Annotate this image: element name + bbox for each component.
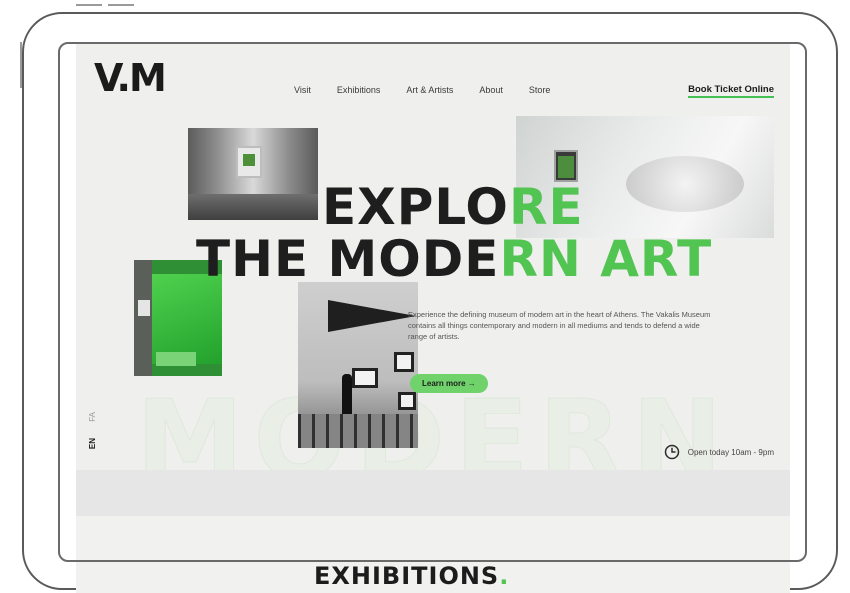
language-en[interactable]: EN [88,438,102,449]
opening-hours-text: Open today 10am - 9pm [687,447,774,457]
gallery-photo-visitor [298,282,418,448]
nav-about[interactable]: About [479,85,503,95]
museum-website: MODERN V.M Visit Exhibitions Art & Artis… [76,42,790,593]
nav-art-artists[interactable]: Art & Artists [406,85,453,95]
volume-button [76,4,102,6]
clock-icon [664,444,679,460]
logo[interactable]: V.M [94,56,167,100]
exhibitions-heading-text: EXHIBITIONS [314,562,500,590]
book-ticket-button[interactable]: Book Ticket Online [688,84,774,98]
language-fa[interactable]: FA [88,412,102,422]
learn-more-button[interactable]: Learn more → [410,374,488,393]
headline-dark-part: EXPLO [322,178,509,236]
gallery-photo-corridor [188,128,318,220]
nav-visit[interactable]: Visit [294,85,311,95]
headline-green-part: RN ART [499,230,713,288]
hero-headline-line-2: THE MODERN ART [196,230,712,288]
headline-green-part: RE [508,178,584,236]
power-button [108,4,134,6]
headline-dark-part: THE MODE [196,230,500,288]
hero-description: Experience the defining museum of modern… [408,310,711,341]
main-nav: Visit Exhibitions Art & Artists About St… [294,85,576,95]
exhibitions-heading: EXHIBITIONS. [314,562,509,590]
nav-store[interactable]: Store [529,85,551,95]
exhibitions-heading-dot: . [499,562,510,590]
hero-headline-line-1: EXPLORE [322,178,584,236]
opening-hours: Open today 10am - 9pm [664,444,774,460]
nav-exhibitions[interactable]: Exhibitions [337,85,381,95]
